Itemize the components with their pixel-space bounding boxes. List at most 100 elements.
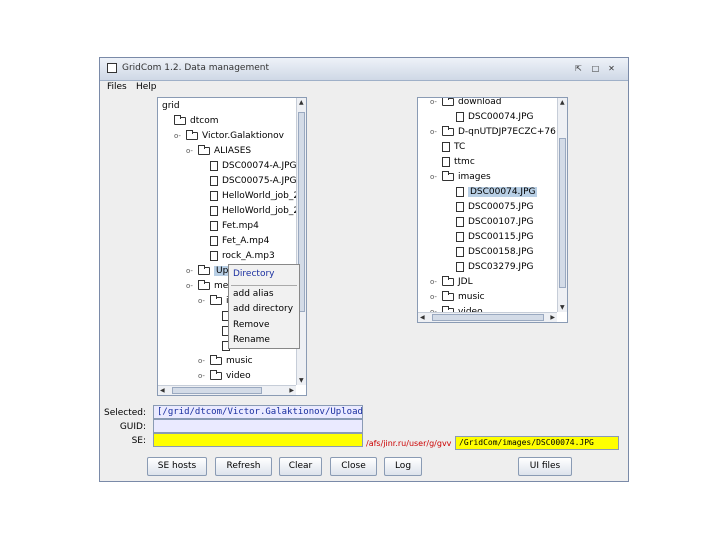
expand-toggle-icon[interactable]: o-	[430, 170, 440, 185]
tree-node-label: DSC00075.JPG	[468, 202, 534, 212]
tree-node[interactable]: Fet.mp4	[210, 219, 259, 234]
clear-button[interactable]: Clear	[279, 457, 322, 476]
tree-node[interactable]: HelloWorld_job_20	[210, 204, 305, 219]
log-button[interactable]: Log	[384, 457, 422, 476]
tree-node[interactable]: DSC00158.JPG	[456, 245, 533, 260]
menu-item-rename[interactable]: Rename	[233, 335, 270, 345]
scroll-down-icon[interactable]: ▼	[560, 304, 565, 311]
menu-item-directory[interactable]: Directory	[233, 269, 274, 279]
tree-node-label: ttmc	[454, 157, 475, 167]
expand-toggle-icon[interactable]: o-	[430, 125, 440, 140]
se-label: SE:	[131, 436, 146, 446]
tree-node-label: music	[458, 292, 485, 302]
scroll-up-icon[interactable]: ▲	[299, 99, 304, 106]
tree-node-label: JDL	[458, 277, 473, 287]
expand-toggle-icon[interactable]: o-	[430, 98, 440, 110]
tree-node-label: DSC00115.JPG	[468, 232, 534, 242]
tree-node[interactable]: DSC00074.JPG	[456, 185, 538, 200]
menu-item-add-directory[interactable]: add directory	[233, 304, 293, 314]
tree-node[interactable]: ttmc	[442, 155, 475, 170]
tree-node[interactable]: dtcom	[174, 114, 218, 129]
scroll-right-icon[interactable]: ▶	[289, 387, 294, 394]
tree-node-label: D-qnUTDJP7ECZC+76	[458, 127, 556, 137]
tree-node[interactable]: o-music	[430, 290, 485, 305]
tree-node[interactable]: DSC00075.JPG	[456, 200, 533, 215]
file-icon	[442, 156, 450, 167]
se-field[interactable]	[153, 433, 363, 447]
folder-icon	[210, 354, 222, 365]
scroll-right-icon[interactable]: ▶	[550, 314, 555, 321]
tree-node-label: HelloWorld_job_20	[222, 206, 305, 216]
folder-icon	[186, 129, 198, 140]
expand-toggle-icon[interactable]: o-	[430, 290, 440, 305]
tree-node[interactable]: o-download	[430, 98, 502, 110]
tree-node-label: DSC00158.JPG	[468, 247, 534, 257]
tree-node[interactable]: o- ALIASES	[186, 144, 251, 159]
se-hosts-button[interactable]: SE hosts	[147, 457, 207, 476]
right-horizontal-scrollbar[interactable]: ◀ ▶	[418, 312, 557, 322]
tree-node[interactable]: rock_A.mp3	[210, 249, 275, 264]
scroll-left-icon[interactable]: ◀	[420, 314, 425, 321]
folder-icon	[442, 290, 454, 301]
folder-icon	[210, 294, 222, 305]
right-vscroll-thumb[interactable]	[559, 138, 566, 288]
close-icon[interactable]: ✕	[606, 63, 617, 74]
file-icon	[456, 186, 464, 197]
restore-icon[interactable]: ⇱	[573, 63, 584, 74]
expand-toggle-icon[interactable]: o-	[186, 144, 196, 159]
tree-node[interactable]: DSC03279.JPG	[456, 260, 533, 275]
tree-node-label: DSC00074.JPG	[468, 187, 538, 197]
tree-node[interactable]: HelloWorld_job_20	[210, 189, 305, 204]
ui-files-button[interactable]: UI files	[518, 457, 572, 476]
menu-help[interactable]: Help	[136, 82, 157, 92]
local-path-prefix: /afs/jinr.ru/user/g/gvv	[366, 439, 452, 448]
expand-toggle-icon[interactable]: o-	[186, 264, 196, 279]
guid-field[interactable]	[153, 419, 363, 433]
tree-node[interactable]: DSC00074.JPG	[456, 110, 533, 125]
menu-files[interactable]: Files	[107, 82, 127, 92]
tree-node[interactable]: DSC00075-A.JPG	[210, 174, 297, 189]
local-path-field[interactable]: /GridCom/images/DSC00074.JPG	[455, 436, 619, 450]
expand-toggle-icon[interactable]: o-	[186, 279, 196, 294]
left-horizontal-scrollbar[interactable]: ◀ ▶	[158, 385, 296, 395]
right-vertical-scrollbar[interactable]: ▲ ▼	[557, 98, 567, 312]
tree-node[interactable]: DSC00074-A.JPG	[210, 159, 297, 174]
tree-node[interactable]: TC	[442, 140, 465, 155]
selected-field[interactable]: [/grid/dtcom/Victor.Galaktionov/Upload]	[153, 405, 363, 419]
local-tree[interactable]: o-download DSC00074.JPG o- D-qnUTDJP7ECZC+7…	[417, 97, 568, 323]
tree-node[interactable]: DSC00115.JPG	[456, 230, 533, 245]
tree-node[interactable]: Fet_A.mp4	[210, 234, 269, 249]
file-icon	[456, 201, 464, 212]
title-bar[interactable]: GridCom 1.2. Data management ⇱ □ ✕	[100, 58, 628, 81]
refresh-button[interactable]: Refresh	[215, 457, 272, 476]
tree-node[interactable]: o- JDL	[430, 275, 473, 290]
expand-toggle-icon[interactable]: o-	[174, 129, 184, 144]
scroll-up-icon[interactable]: ▲	[560, 99, 565, 106]
tree-node[interactable]: o- Victor.Galaktionov	[174, 129, 284, 144]
tree-node[interactable]: grid	[162, 99, 180, 114]
folder-icon	[442, 98, 454, 106]
menu-bar: Files Help	[100, 80, 628, 96]
expand-toggle-icon[interactable]: o-	[198, 369, 208, 384]
tree-node[interactable]: o-video	[198, 369, 251, 384]
tree-node-label: dtcom	[190, 116, 219, 126]
folder-icon	[198, 279, 210, 290]
maximize-icon[interactable]: □	[590, 63, 601, 74]
menu-item-remove[interactable]: Remove	[233, 320, 270, 330]
tree-node[interactable]: DSC00107.JPG	[456, 215, 533, 230]
tree-node[interactable]: o- D-qnUTDJP7ECZC+76	[430, 125, 556, 140]
right-hscroll-thumb[interactable]	[432, 314, 544, 321]
grid-tree[interactable]: grid dtcom o- Victor.Galaktionov o- ALIASES DS…	[157, 97, 307, 396]
expand-toggle-icon[interactable]: o-	[198, 294, 208, 309]
expand-toggle-icon[interactable]: o-	[198, 354, 208, 369]
left-hscroll-thumb[interactable]	[172, 387, 262, 394]
scroll-left-icon[interactable]: ◀	[160, 387, 165, 394]
tree-node-label: video	[226, 371, 251, 381]
close-button[interactable]: Close	[330, 457, 377, 476]
menu-item-add-alias[interactable]: add alias	[233, 289, 274, 299]
expand-toggle-icon[interactable]: o-	[430, 275, 440, 290]
tree-node[interactable]: o-images	[430, 170, 491, 185]
tree-node[interactable]: o-music	[198, 354, 253, 369]
scroll-down-icon[interactable]: ▼	[299, 377, 304, 384]
file-icon	[210, 205, 218, 216]
